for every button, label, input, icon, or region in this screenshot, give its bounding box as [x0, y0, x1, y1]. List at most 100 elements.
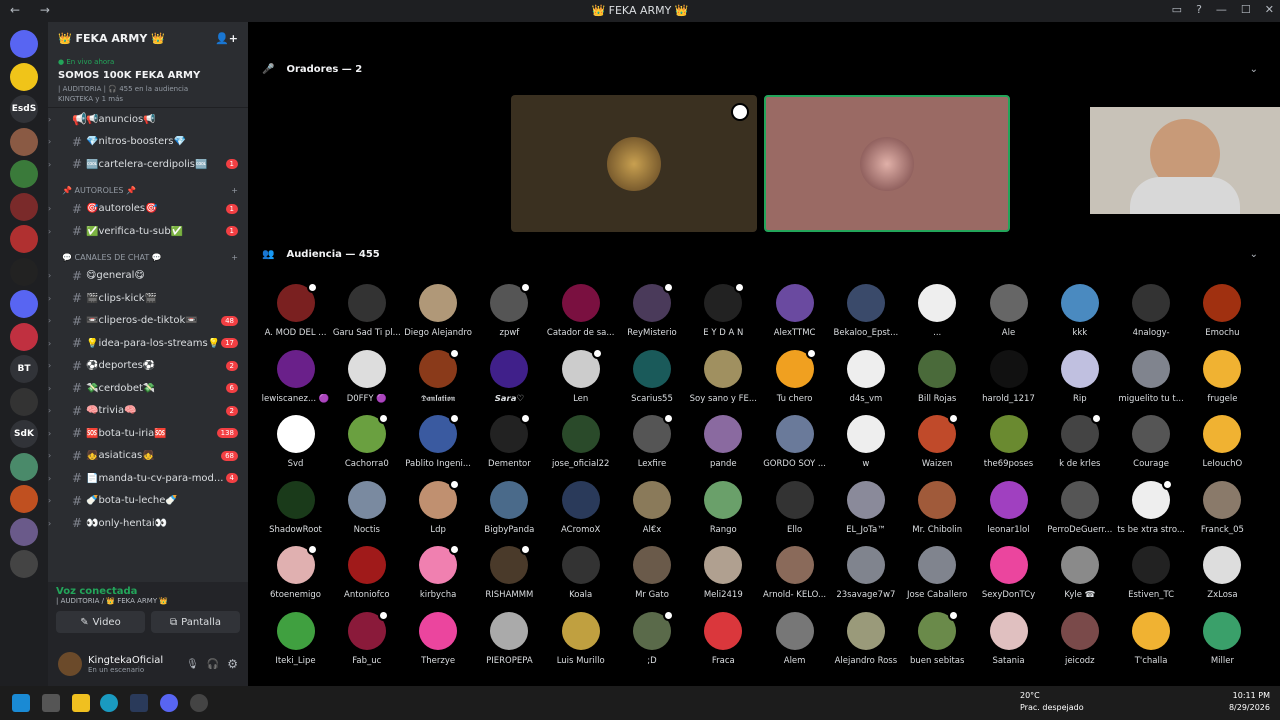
add-channel-icon[interactable]: +: [231, 253, 238, 262]
channel-item[interactable]: › # 👀only-hentai👀: [48, 512, 248, 535]
audience-member[interactable]: kkk: [1044, 284, 1115, 338]
server-icon[interactable]: [10, 30, 38, 58]
channel-item[interactable]: › # 📼cliperos-de-tiktok📼 48: [48, 310, 248, 333]
audience-member[interactable]: Bekaloo_Epst...: [830, 284, 901, 338]
avatar[interactable]: [58, 652, 82, 676]
audience-member[interactable]: Al€x: [617, 480, 688, 535]
audience-member[interactable]: ...: [902, 284, 973, 338]
server-icon[interactable]: [10, 387, 38, 416]
audience-member[interactable]: ACromoX: [545, 480, 616, 535]
audience-member[interactable]: 4nalogy-: [1116, 284, 1187, 338]
audience-member[interactable]: Catador de sa...: [545, 284, 616, 338]
category-autoroles[interactable]: 📌 AUTOROLES 📌 +: [48, 176, 248, 198]
channel-item[interactable]: › # 💎nitros-boosters💎: [48, 131, 248, 154]
audience-member[interactable]: Lexfire: [617, 413, 688, 469]
audience-member[interactable]: d4s_vm: [830, 349, 901, 404]
speaker-tile-active[interactable]: [764, 95, 1010, 232]
audience-member[interactable]: D0FFY 🟣: [331, 349, 402, 404]
audience-member[interactable]: Satania: [973, 611, 1044, 666]
server-icon[interactable]: [10, 322, 38, 351]
audience-member[interactable]: A. MOD DEL ...: [260, 282, 331, 338]
audience-member[interactable]: PerroDeGuerr...: [1044, 480, 1115, 535]
audience-member[interactable]: Ale: [973, 284, 1044, 338]
audience-member[interactable]: AlexTTMC: [759, 284, 830, 338]
audience-member[interactable]: Dementor: [474, 413, 545, 469]
guild-header[interactable]: 👑 FEKA ARMY 👑 👤+: [48, 22, 248, 54]
settings-icon[interactable]: ⚙: [227, 657, 238, 671]
audience-member[interactable]: Ello: [759, 480, 830, 535]
add-channel-icon[interactable]: +: [231, 186, 238, 195]
audience-member[interactable]: Iteki_Lipe: [260, 611, 331, 666]
channel-item[interactable]: › # 👧asiaticas👧 68: [48, 445, 248, 468]
audience-member[interactable]: Kyle ☎: [1044, 546, 1115, 600]
audience-member[interactable]: Miller: [1187, 611, 1258, 666]
server-icon[interactable]: SdK: [10, 420, 38, 448]
server-icon[interactable]: [10, 517, 38, 546]
audience-member[interactable]: BigbyPanda: [474, 480, 545, 535]
audience-member[interactable]: kirbycha: [403, 544, 474, 600]
audience-member[interactable]: Koala: [545, 546, 616, 600]
audience-member[interactable]: Bill Rojas: [902, 349, 973, 404]
steam-icon[interactable]: [130, 694, 148, 712]
audience-member[interactable]: Soy sano y FE...: [688, 349, 759, 404]
speakers-header[interactable]: 🎤 Oradores — 2: [262, 64, 362, 75]
audience-member[interactable]: ZxLosa: [1187, 546, 1258, 600]
audience-member[interactable]: Therzye: [403, 611, 474, 666]
server-icon[interactable]: [10, 257, 38, 286]
audience-member[interactable]: 𝙎𝙖𝙧𝙖♡: [474, 349, 545, 404]
add-member-icon[interactable]: 👤+: [215, 32, 238, 45]
weather-widget[interactable]: 20°C Prac. despejado: [1002, 690, 1084, 714]
channel-item[interactable]: › 📢 📢anuncios📢: [48, 108, 248, 131]
channel-item[interactable]: › # 📄manda-tu-cv-para-mod... 4: [48, 467, 248, 490]
audience-member[interactable]: Svd: [260, 415, 331, 469]
audience-member[interactable]: Fraca: [688, 611, 759, 666]
audience-member[interactable]: Antoniofco: [331, 546, 402, 600]
audience-member[interactable]: Meli2419: [688, 546, 759, 600]
audience-member[interactable]: Ldp: [403, 478, 474, 535]
channel-item[interactable]: › # ✅verifica-tu-sub✅ 1: [48, 220, 248, 243]
server-icon[interactable]: BT: [10, 355, 38, 383]
audience-member[interactable]: Scarius55: [617, 349, 688, 404]
audience-member[interactable]: Noctis: [331, 480, 402, 535]
clock[interactable]: 10:11 PM 8/29/2026: [1229, 690, 1270, 714]
server-icon[interactable]: [10, 550, 38, 578]
audience-member[interactable]: GORDO SOY ...: [759, 415, 830, 469]
channel-item[interactable]: › # 🍼bota-tu-leche🍼: [48, 490, 248, 513]
chevron-down-icon[interactable]: ⌄: [1250, 64, 1258, 75]
mic-icon[interactable]: 🎙: [186, 659, 199, 670]
audience-member[interactable]: w: [830, 415, 901, 469]
maximize-icon[interactable]: ☐: [1241, 3, 1251, 16]
audience-member[interactable]: Pablito Ingeni...: [403, 413, 474, 469]
discord-icon[interactable]: [160, 694, 178, 712]
audience-member[interactable]: Estiven_TC: [1116, 546, 1187, 600]
channel-item[interactable]: › # 🧠trivia🧠 2: [48, 400, 248, 423]
audience-member[interactable]: EL_JoTa™: [830, 480, 901, 535]
audience-member[interactable]: ShadowRoot: [260, 480, 331, 535]
server-icon[interactable]: [10, 225, 38, 253]
speaker-tile[interactable]: [511, 95, 757, 232]
audience-member[interactable]: RISHAMMM: [474, 544, 545, 600]
audience-member[interactable]: buen sebitas: [902, 609, 973, 666]
file-explorer-icon[interactable]: [72, 694, 90, 712]
audience-member[interactable]: frugele: [1187, 349, 1258, 404]
audience-member[interactable]: Jose Caballero: [902, 546, 973, 600]
audience-member[interactable]: Diego Alejandro: [403, 284, 474, 338]
audience-member[interactable]: Len: [545, 347, 616, 404]
audience-member[interactable]: Luis Murillo: [545, 611, 616, 666]
close-icon[interactable]: ✕: [1265, 3, 1274, 16]
headphones-icon[interactable]: 🎧: [207, 659, 219, 670]
server-icon[interactable]: [10, 192, 38, 221]
audience-member[interactable]: ReyMisterio: [617, 282, 688, 338]
audience-member[interactable]: Mr. Chibolin: [902, 480, 973, 535]
audience-member[interactable]: Tu chero: [759, 347, 830, 404]
channel-item[interactable]: › # 🎯autoroles🎯 1: [48, 198, 248, 221]
audience-member[interactable]: PIEROPEPA: [474, 611, 545, 666]
audience-member[interactable]: 23savage7w7: [830, 546, 901, 600]
screen-share-button[interactable]: ⧉ Pantalla: [151, 611, 240, 633]
category-chat[interactable]: 💬 CANALES DE CHAT 💬 +: [48, 243, 248, 265]
audience-member[interactable]: Garu Sad Ti pl...: [331, 284, 402, 338]
audience-member[interactable]: Alem: [759, 611, 830, 666]
audience-member[interactable]: Emochu: [1187, 284, 1258, 338]
audience-member[interactable]: Courage: [1116, 415, 1187, 469]
audience-member[interactable]: jose_oficial22: [545, 415, 616, 469]
